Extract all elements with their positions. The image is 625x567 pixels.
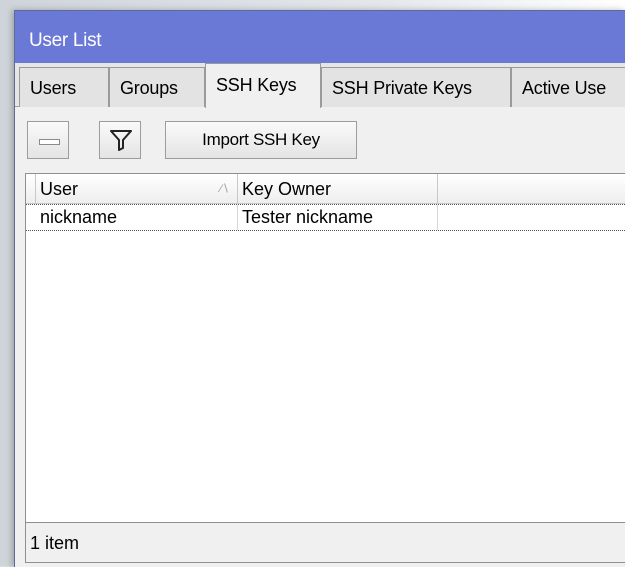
tab-ssh-keys[interactable]: SSH Keys bbox=[205, 63, 321, 108]
status-bar: 1 item bbox=[25, 523, 625, 563]
cell-key-owner: Tester nickname bbox=[238, 205, 438, 230]
filter-button[interactable] bbox=[99, 121, 141, 159]
remove-button[interactable] bbox=[27, 121, 69, 159]
row-marker-header bbox=[26, 174, 36, 204]
ssh-keys-table: User ∕∖ Key Owner nickname Tester nickna… bbox=[25, 173, 625, 523]
import-ssh-key-button[interactable]: Import SSH Key bbox=[165, 121, 357, 159]
window-title: User List bbox=[15, 11, 625, 63]
tab-ssh-private-keys[interactable]: SSH Private Keys bbox=[321, 67, 511, 107]
table-header: User ∕∖ Key Owner bbox=[26, 174, 625, 204]
tab-users[interactable]: Users bbox=[19, 67, 109, 107]
minus-icon bbox=[39, 139, 60, 145]
cell-empty bbox=[438, 205, 625, 230]
cell-user: nickname bbox=[36, 205, 238, 230]
column-header-empty[interactable] bbox=[438, 174, 625, 204]
tab-bar: Users Groups SSH Keys SSH Private Keys A… bbox=[15, 63, 625, 108]
tab-groups[interactable]: Groups bbox=[109, 67, 205, 107]
tab-active-users[interactable]: Active Use bbox=[511, 67, 625, 107]
column-header-label: User bbox=[40, 179, 79, 199]
column-header-key-owner[interactable]: Key Owner bbox=[238, 174, 438, 204]
funnel-icon bbox=[110, 130, 132, 151]
column-header-user[interactable]: User ∕∖ bbox=[36, 174, 238, 204]
user-list-window: User List Users Groups SSH Keys SSH Priv… bbox=[14, 10, 625, 567]
sort-ascending-icon: ∕∖ bbox=[220, 183, 229, 195]
table-row[interactable]: nickname Tester nickname bbox=[26, 204, 625, 231]
toolbar: Import SSH Key bbox=[15, 107, 625, 169]
column-header-label: Key Owner bbox=[242, 179, 332, 199]
